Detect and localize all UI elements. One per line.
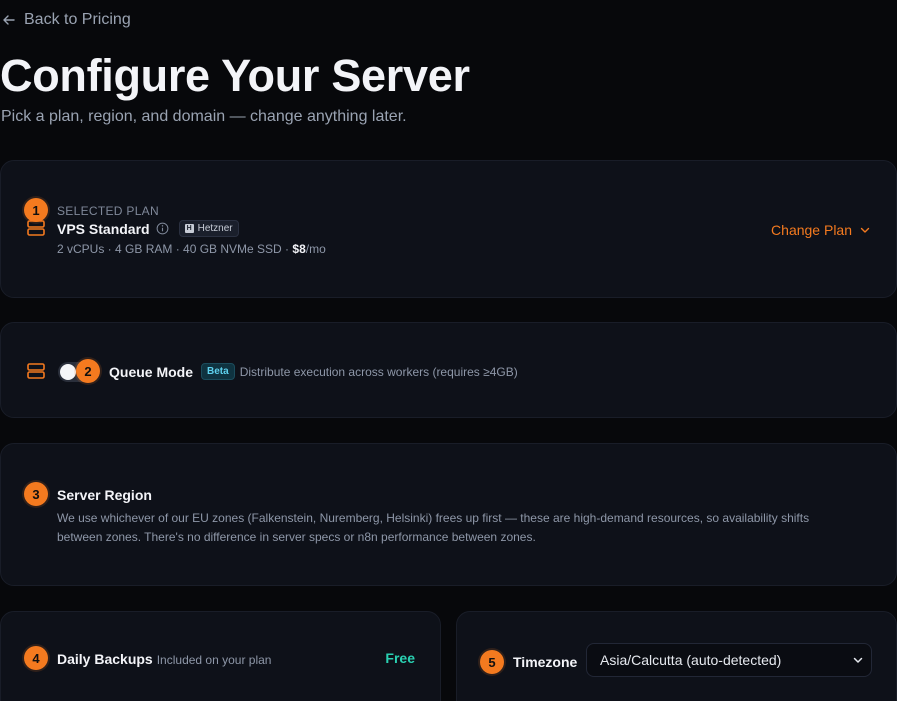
daily-backups-note: Included on your plan (156, 653, 272, 667)
step-badge-1: 1 (24, 198, 48, 222)
step-badge-5: 5 (480, 650, 504, 674)
chevron-down-icon (853, 657, 863, 663)
server-region-card: 3 Server Region We use whichever of our … (0, 443, 897, 586)
arrow-left-icon (3, 15, 15, 25)
backups-price-label: Free (385, 650, 415, 666)
page-title: Configure Your Server (0, 50, 470, 101)
timezone-card: 5 Timezone Asia/Calcutta (auto-detected) (456, 611, 897, 701)
queue-mode-row: Queue Mode Beta Distribute execution acr… (109, 363, 518, 380)
queue-mode-description: Distribute execution across workers (req… (239, 364, 518, 379)
chevron-down-icon (860, 227, 870, 233)
plan-specs-text: 2 vCPUs · 4 GB RAM · 40 GB NVMe SSD · (57, 242, 293, 256)
provider-badge: H Hetzner (178, 220, 239, 237)
step-badge-3: 3 (24, 482, 48, 506)
plan-price-unit: /mo (305, 242, 326, 256)
plan-specs: 2 vCPUs · 4 GB RAM · 40 GB NVMe SSD · $8… (57, 242, 326, 256)
queue-mode-label: Queue Mode (109, 363, 194, 380)
back-to-pricing-link[interactable]: Back to Pricing (2, 11, 131, 29)
plan-price: $8 (292, 242, 306, 256)
toggle-knob (60, 364, 76, 380)
server-region-title: Server Region (57, 487, 152, 503)
beta-badge: Beta (201, 363, 235, 380)
change-plan-button[interactable]: Change Plan (771, 222, 870, 238)
daily-backups-label: Daily Backups (57, 651, 153, 667)
daily-backups-card: 4 Daily Backups Included on your plan Fr… (0, 611, 441, 701)
plan-name: VPS Standard (57, 220, 150, 237)
provider-name: Hetzner (197, 223, 233, 234)
server-region-description: We use whichever of our EU zones (Falken… (57, 511, 810, 544)
info-icon[interactable] (156, 222, 169, 235)
step-badge-4: 4 (24, 646, 48, 670)
queue-mode-card: 2 Queue Mode Beta Distribute execution a… (0, 322, 897, 418)
timezone-select[interactable]: Asia/Calcutta (auto-detected) (586, 643, 872, 677)
timezone-label: Timezone (513, 654, 578, 670)
daily-backups-row: Daily Backups Included on your plan (57, 651, 271, 667)
step-badge-2: 2 (76, 359, 100, 383)
back-link-label: Back to Pricing (24, 11, 131, 28)
selected-plan-card: 1 SELECTED PLAN VPS Standard H Hetzner 2… (0, 160, 897, 298)
server-icon (27, 363, 45, 379)
change-plan-label: Change Plan (771, 222, 852, 238)
selected-plan-eyebrow: SELECTED PLAN (57, 204, 159, 218)
page-subtitle: Pick a plan, region, and domain — change… (1, 108, 407, 125)
timezone-selected-value: Asia/Calcutta (auto-detected) (600, 652, 782, 668)
hetzner-logo-icon: H (184, 224, 194, 233)
plan-name-row: VPS Standard H Hetzner (57, 220, 239, 237)
